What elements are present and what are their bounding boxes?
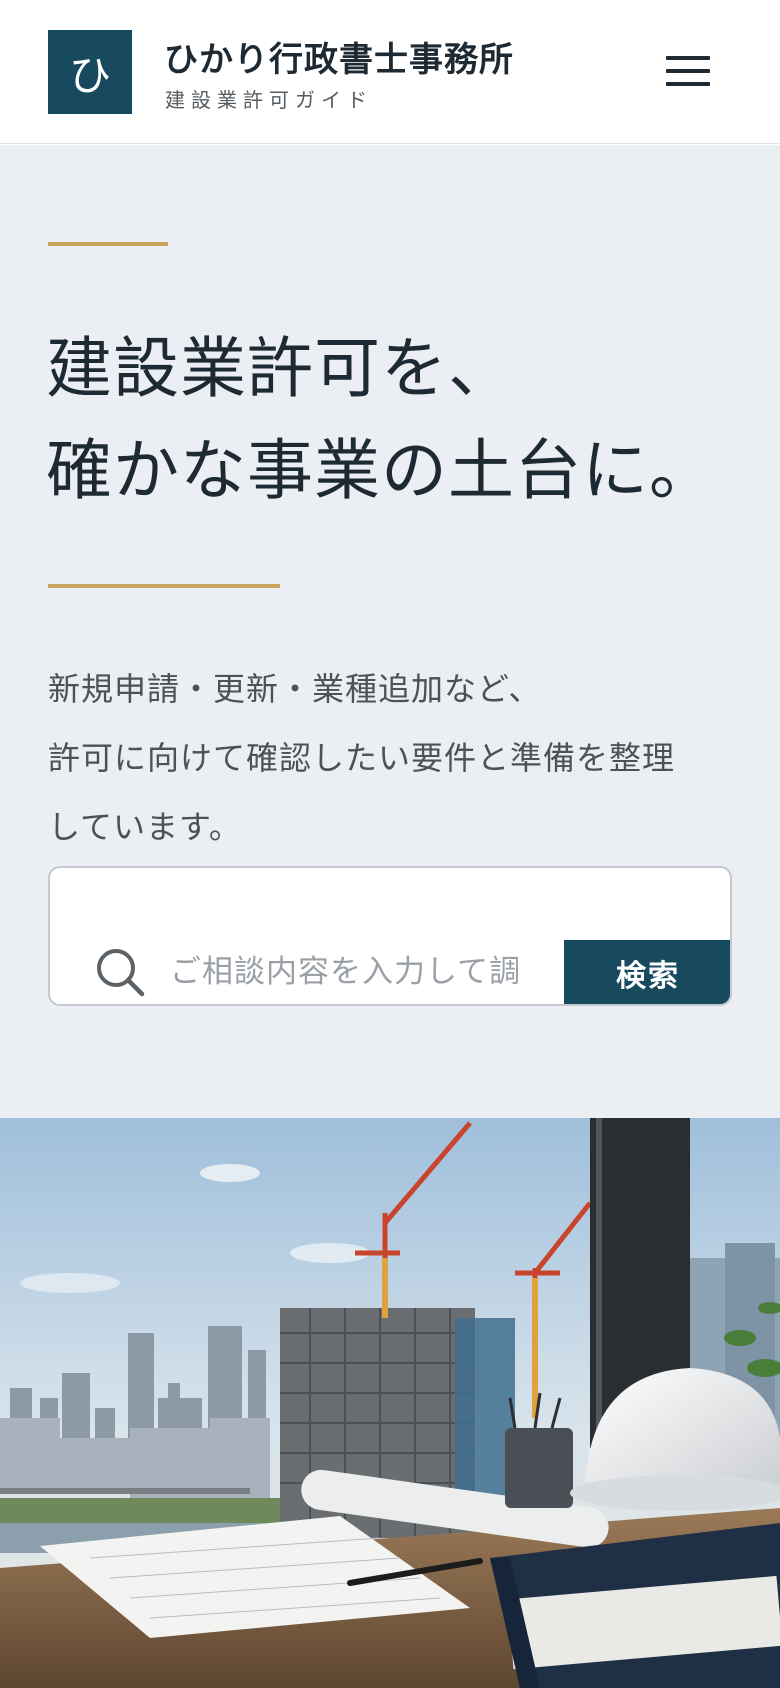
hamburger-menu-icon[interactable]	[660, 50, 716, 92]
gold-divider-top	[48, 242, 168, 246]
search-input[interactable]	[170, 944, 580, 1000]
search-icon	[97, 949, 145, 997]
menu-bar	[666, 56, 710, 60]
lead-line-1: 新規申請・更新・業種追加など、	[48, 670, 542, 708]
menu-bar	[666, 82, 710, 86]
search-box: 検索	[48, 866, 732, 1006]
construction-site-office-desk-image	[0, 1118, 780, 1688]
gold-divider-bottom	[48, 584, 280, 588]
hero-lead-text: 新規申請・更新・業種追加など、 許可に向けて確認したい要件と準備を整理 していま…	[48, 655, 748, 862]
brand-name[interactable]: ひかり行政書士事務所	[164, 32, 514, 81]
lead-line-3: しています。	[48, 808, 242, 846]
logo-mark[interactable]: ひ	[48, 30, 132, 114]
site-header: ひ ひかり行政書士事務所 建設業許可ガイド	[0, 0, 780, 144]
search-button[interactable]: 検索	[564, 940, 730, 1004]
lead-line-2: 許可に向けて確認したい要件と準備を整理	[48, 739, 676, 777]
hero-section: 建設業許可を、 確かな事業の土台に。 新規申請・更新・業種追加など、 許可に向け…	[0, 145, 780, 1118]
menu-bar	[666, 69, 710, 73]
hero-photo-illustration	[0, 1118, 780, 1688]
hero-headline: 建設業許可を、 確かな事業の土台に。	[46, 318, 716, 522]
headline-line-2: 確かな事業の土台に。	[46, 432, 716, 509]
headline-line-1: 建設業許可を、	[46, 330, 515, 407]
brand-subtitle: 建設業許可ガイド	[165, 88, 373, 112]
